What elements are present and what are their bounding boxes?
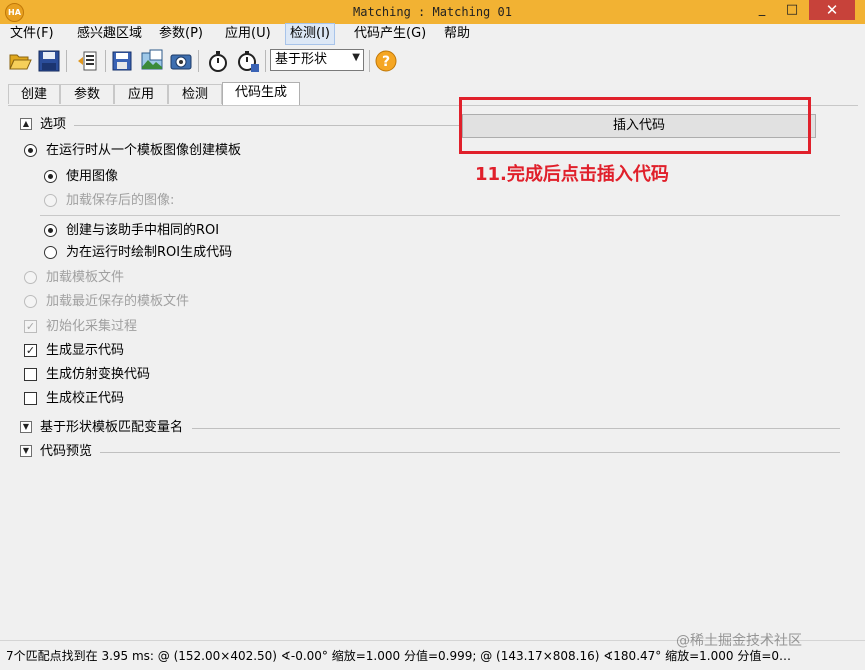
annotation-note: 11.完成后点击插入代码 — [475, 164, 669, 185]
close-button[interactable]: ✕ — [809, 0, 855, 20]
radio-runtime-draw-roi-label: 为在运行时绘制ROI生成代码 — [66, 245, 233, 260]
tab-apply[interactable]: 应用 — [114, 84, 168, 104]
toolbar-separator — [198, 50, 199, 72]
timer-icon[interactable] — [206, 49, 230, 73]
title-bar[interactable]: HA Matching : Matching 01 _ □ ✕ — [0, 0, 865, 24]
radio-indicator[interactable] — [24, 144, 37, 157]
radio-indicator — [24, 271, 37, 284]
maximize-button[interactable]: □ — [778, 0, 806, 20]
radio-load-recent-model-label: 加载最近保存的模板文件 — [46, 294, 190, 309]
section-code-preview-label: 代码预览 — [40, 444, 93, 459]
radio-indicator[interactable] — [44, 170, 57, 183]
checkbox-init-acquisition-label: 初始化采集过程 — [46, 319, 138, 334]
watermark: @稀土掘金技术社区 — [676, 633, 802, 649]
radio-indicator — [44, 194, 57, 207]
radio-use-image-label: 使用图像 — [66, 169, 119, 184]
toolbar-separator — [369, 50, 370, 72]
checkbox-gen-affine-code-label: 生成仿射变换代码 — [46, 367, 151, 382]
menu-apply[interactable]: 应用(U) — [225, 24, 271, 44]
toolbar: ? — [0, 45, 865, 77]
toolbar-separator — [66, 50, 67, 72]
chevron-down-icon: ▼ — [352, 52, 360, 63]
menu-code-generation[interactable]: 代码产生(G) — [354, 24, 426, 44]
matching-method-value: 基于形状 — [275, 52, 328, 67]
section-variable-names: ▼ 基于形状模板匹配变量名 — [20, 419, 840, 437]
checkbox-gen-rectify-code-label: 生成校正代码 — [46, 391, 125, 406]
divider — [74, 125, 459, 126]
image-icon[interactable] — [140, 49, 164, 73]
checkmark-icon[interactable]: ✓ — [24, 344, 37, 357]
radio-runtime-create-label: 在运行时从一个模板图像创建模板 — [46, 143, 242, 158]
section-options: ▲ 选项 — [20, 116, 460, 134]
help-glyph: ? — [382, 54, 390, 70]
application-window: HA Matching : Matching 01 _ □ ✕ 文件(F) 感兴… — [0, 0, 865, 670]
tab-inspect[interactable]: 检测 — [168, 84, 222, 104]
tab-parameters[interactable]: 参数 — [60, 84, 114, 104]
toolbar-separator — [105, 50, 106, 72]
divider — [192, 428, 840, 429]
radio-create-same-roi-label: 创建与该助手中相同的ROI — [66, 223, 220, 238]
minimize-button[interactable]: _ — [748, 0, 776, 20]
radio-indicator[interactable] — [44, 224, 57, 237]
toolbar-separator — [265, 50, 266, 72]
highlight-box — [459, 97, 811, 154]
checkbox-box[interactable] — [24, 392, 37, 405]
radio-indicator — [24, 295, 37, 308]
matching-method-select[interactable]: 基于形状 ▼ — [270, 49, 364, 71]
help-icon[interactable]: ? — [374, 49, 398, 73]
tab-create[interactable]: 创建 — [8, 84, 60, 104]
divider — [40, 215, 840, 216]
menu-parameters[interactable]: 参数(P) — [159, 24, 203, 44]
window-title: Matching : Matching 01 — [353, 5, 512, 19]
section-variable-names-label: 基于形状模板匹配变量名 — [40, 420, 184, 435]
section-code-preview: ▼ 代码预览 — [20, 443, 840, 461]
collapse-up-icon[interactable]: ▲ — [20, 118, 32, 130]
menu-file[interactable]: 文件(F) — [10, 24, 54, 44]
section-options-label: 选项 — [40, 117, 67, 132]
tab-code-generation[interactable]: 代码生成 — [222, 82, 300, 106]
open-folder-icon[interactable] — [8, 49, 32, 73]
radio-load-saved-image-label: 加载保存后的图像: — [66, 193, 175, 208]
save-model-icon[interactable] — [110, 49, 134, 73]
radio-indicator[interactable] — [44, 246, 57, 259]
menu-roi[interactable]: 感兴趣区域 — [77, 24, 142, 44]
timer-settings-icon[interactable] — [236, 49, 260, 73]
menu-bar: 文件(F) 感兴趣区域 参数(P) 应用(U) 检测(I) 代码产生(G) 帮助 — [0, 23, 865, 45]
expand-down-icon[interactable]: ▼ — [20, 421, 32, 433]
radio-load-model-file-label: 加载模板文件 — [46, 270, 125, 285]
menu-help[interactable]: 帮助 — [444, 24, 470, 44]
camera-icon[interactable] — [169, 49, 193, 73]
checkbox-gen-display-code-label: 生成显示代码 — [46, 343, 125, 358]
checkmark-icon: ✓ — [24, 320, 37, 333]
checkbox-box[interactable] — [24, 368, 37, 381]
expand-down-icon[interactable]: ▼ — [20, 445, 32, 457]
save-icon[interactable] — [37, 49, 61, 73]
load-model-icon[interactable] — [76, 49, 100, 73]
menu-inspect[interactable]: 检测(I) — [285, 23, 335, 45]
divider — [100, 452, 840, 453]
